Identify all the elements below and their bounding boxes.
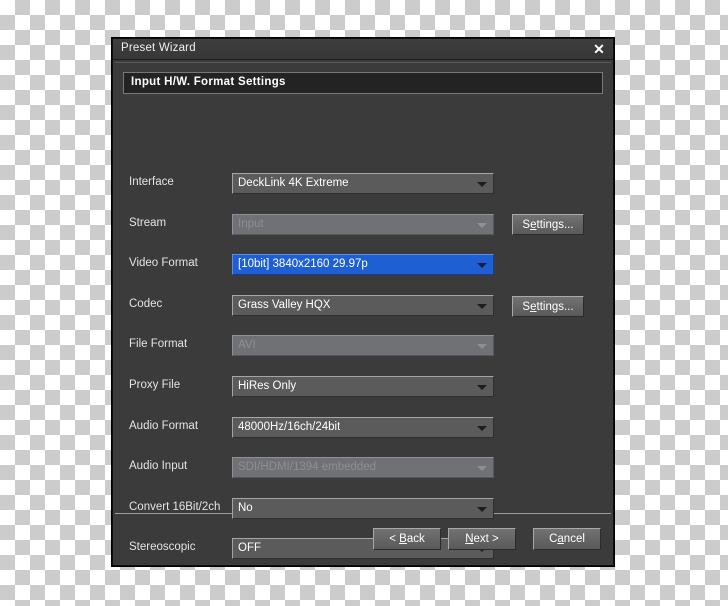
row-label: File Format [129, 338, 188, 351]
dialog-titlebar[interactable]: Preset Wizard ✕ [113, 39, 613, 60]
codec-settings-prefix: S [522, 301, 531, 313]
combobox-value: HiRes Only [238, 380, 297, 392]
chevron-down-icon[interactable] [477, 506, 487, 512]
combobox-value: Grass Valley HQX [238, 298, 331, 311]
settings-row: File Format AVI [115, 335, 611, 357]
back-accel: B [399, 533, 407, 545]
next-accel: N [465, 533, 474, 545]
close-icon[interactable]: ✕ [589, 40, 609, 59]
combobox[interactable]: HiRes Only [232, 376, 494, 397]
dialog-footer: < Back Next > Cancel [115, 514, 611, 564]
cancel-suffix: ncel [563, 533, 585, 545]
back-prefix: < [389, 533, 400, 545]
combobox[interactable]: Grass Valley HQX [232, 294, 494, 316]
next-suffix: ext > [473, 533, 499, 545]
next-button[interactable]: Next > [448, 528, 516, 550]
chevron-down-icon[interactable] [477, 344, 487, 350]
combobox: SDI/HDMI/1394 embedded [232, 457, 494, 479]
chevron-down-icon[interactable] [477, 385, 487, 390]
combobox-value: No [238, 501, 253, 514]
combobox[interactable]: 48000Hz/16ch/24bit [232, 416, 494, 438]
row-label: Codec [129, 297, 163, 310]
chevron-down-icon[interactable] [477, 425, 487, 431]
combobox-value: 48000Hz/16ch/24bit [238, 420, 341, 433]
chevron-down-icon[interactable] [477, 263, 487, 269]
codec-settings-button[interactable]: Settings... [512, 296, 584, 317]
settings-row: Audio Input SDI/HDMI/1394 embedded [115, 457, 611, 479]
row-label: Convert 16Bit/2ch [129, 500, 221, 513]
chevron-down-icon[interactable] [477, 222, 487, 228]
combobox: AVI [232, 335, 494, 357]
row-label: Interface [129, 176, 174, 188]
section-header: Input H/W. Format Settings [123, 72, 603, 94]
stream-settings-suffix: ttings... [536, 219, 574, 231]
combobox[interactable]: [10bit] 3840x2160 29.97p [232, 254, 494, 276]
stream-settings-button[interactable]: Settings... [512, 214, 584, 235]
cancel-button[interactable]: Cancel [533, 528, 601, 550]
dialog-body: Input H/W. Format Settings Interface Deck… [115, 62, 611, 563]
section-header-label: Input H/W. Format Settings [131, 76, 286, 88]
chevron-down-icon[interactable] [477, 303, 487, 309]
settings-row: Video Format [10bit] 3840x2160 29.97p [115, 254, 611, 276]
settings-row: Audio Format 48000Hz/16ch/24bit [115, 416, 611, 439]
codec-settings-suffix: ttings... [536, 301, 574, 313]
row-label: Audio Input [129, 460, 188, 473]
chevron-down-icon[interactable] [477, 466, 487, 472]
combobox: Input [232, 213, 494, 235]
combobox-value: AVI [238, 339, 256, 352]
stream-settings-prefix: S [522, 219, 531, 231]
settings-content-pane: Input H/W. Format Settings Interface Deck… [115, 63, 611, 560]
settings-row: Proxy File HiRes Only [115, 376, 611, 398]
row-label: Proxy File [129, 379, 181, 391]
row-label: Audio Format [129, 419, 199, 432]
combobox-value: Input [238, 217, 264, 230]
back-suffix: ack [406, 533, 425, 545]
preset-wizard-dialog: Preset Wizard ✕ Input H/W. Format Settin… [112, 38, 614, 566]
combobox[interactable]: DeckLink 4K Extreme [232, 173, 494, 194]
settings-row: Interface DeckLink 4K Extreme [115, 173, 611, 195]
combobox-value: DeckLink 4K Extreme [238, 177, 349, 189]
row-label: Video Format [129, 257, 198, 270]
chevron-down-icon[interactable] [477, 182, 487, 187]
row-label: Stream [129, 216, 167, 229]
back-button[interactable]: < Back [373, 528, 441, 550]
dialog-title: Preset Wizard [121, 42, 196, 54]
combobox-value: SDI/HDMI/1394 embedded [238, 461, 377, 474]
combobox-value: [10bit] 3840x2160 29.97p [238, 258, 368, 271]
